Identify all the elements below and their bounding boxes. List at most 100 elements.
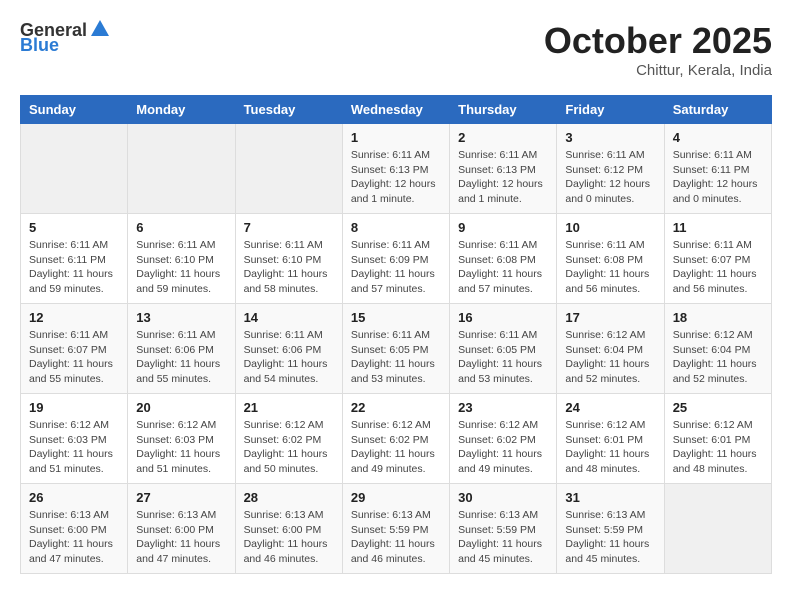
week-row-2: 5 Sunrise: 6:11 AM Sunset: 6:11 PM Daylig… [21, 214, 772, 304]
calendar-cell: 13 Sunrise: 6:11 AM Sunset: 6:06 PM Dayli… [128, 304, 235, 394]
calendar-cell: 12Sunrise: 6:11 AM Sunset: 6:07 PM Dayli… [21, 304, 128, 394]
calendar-cell [128, 124, 235, 214]
week-row-4: 19Sunrise: 6:12 AM Sunset: 6:03 PM Dayli… [21, 394, 772, 484]
day-number: 30 [458, 490, 548, 505]
title-area: October 2025 Chittur, Kerala, India [544, 20, 772, 79]
calendar-cell: 9 Sunrise: 6:11 AM Sunset: 6:08 PM Daylig… [450, 214, 557, 304]
day-info: Sunrise: 6:11 AM Sunset: 6:07 PM Dayligh… [673, 238, 763, 297]
day-number: 7 [244, 220, 334, 235]
month-title: October 2025 [544, 20, 772, 62]
day-number: 15 [351, 310, 441, 325]
day-info: Sunrise: 6:11 AM Sunset: 6:10 PM Dayligh… [136, 238, 226, 297]
weekday-header-thursday: Thursday [450, 96, 557, 124]
weekday-header-monday: Monday [128, 96, 235, 124]
day-info: Sunrise: 6:13 AM Sunset: 5:59 PM Dayligh… [565, 508, 655, 567]
day-info: Sunrise: 6:13 AM Sunset: 5:59 PM Dayligh… [458, 508, 548, 567]
calendar-cell: 21 Sunrise: 6:12 AM Sunset: 6:02 PM Dayli… [235, 394, 342, 484]
calendar-cell: 25Sunrise: 6:12 AM Sunset: 6:01 PM Dayli… [664, 394, 771, 484]
weekday-header-wednesday: Wednesday [342, 96, 449, 124]
day-info: Sunrise: 6:13 AM Sunset: 6:00 PM Dayligh… [29, 508, 119, 567]
day-info: Sunrise: 6:12 AM Sunset: 6:03 PM Dayligh… [136, 418, 226, 477]
calendar-cell: 17Sunrise: 6:12 AM Sunset: 6:04 PM Dayli… [557, 304, 664, 394]
day-number: 1 [351, 130, 441, 145]
calendar-cell: 8 Sunrise: 6:11 AM Sunset: 6:09 PM Daylig… [342, 214, 449, 304]
day-number: 4 [673, 130, 763, 145]
week-row-3: 12Sunrise: 6:11 AM Sunset: 6:07 PM Dayli… [21, 304, 772, 394]
day-number: 18 [673, 310, 763, 325]
calendar-cell: 15 Sunrise: 6:11 AM Sunset: 6:05 PM Dayli… [342, 304, 449, 394]
day-info: Sunrise: 6:13 AM Sunset: 6:00 PM Dayligh… [244, 508, 334, 567]
day-info: Sunrise: 6:12 AM Sunset: 6:03 PM Dayligh… [29, 418, 119, 477]
day-number: 3 [565, 130, 655, 145]
day-info: Sunrise: 6:11 AM Sunset: 6:10 PM Dayligh… [244, 238, 334, 297]
day-number: 22 [351, 400, 441, 415]
day-number: 2 [458, 130, 548, 145]
day-number: 16 [458, 310, 548, 325]
calendar-table: SundayMondayTuesdayWednesdayThursdayFrid… [20, 95, 772, 574]
weekday-header-sunday: Sunday [21, 96, 128, 124]
calendar-cell: 2Sunrise: 6:11 AM Sunset: 6:13 PM Daylig… [450, 124, 557, 214]
calendar-cell: 24Sunrise: 6:12 AM Sunset: 6:01 PM Dayli… [557, 394, 664, 484]
day-info: Sunrise: 6:12 AM Sunset: 6:04 PM Dayligh… [673, 328, 763, 387]
day-info: Sunrise: 6:11 AM Sunset: 6:11 PM Dayligh… [673, 148, 763, 207]
calendar-cell: 7 Sunrise: 6:11 AM Sunset: 6:10 PM Daylig… [235, 214, 342, 304]
calendar-cell: 6 Sunrise: 6:11 AM Sunset: 6:10 PM Daylig… [128, 214, 235, 304]
calendar-cell: 29Sunrise: 6:13 AM Sunset: 5:59 PM Dayli… [342, 484, 449, 574]
weekday-header-tuesday: Tuesday [235, 96, 342, 124]
day-info: Sunrise: 6:11 AM Sunset: 6:08 PM Dayligh… [458, 238, 548, 297]
day-info: Sunrise: 6:11 AM Sunset: 6:13 PM Dayligh… [351, 148, 441, 207]
calendar-cell: 23Sunrise: 6:12 AM Sunset: 6:02 PM Dayli… [450, 394, 557, 484]
day-number: 8 [351, 220, 441, 235]
weekday-header-friday: Friday [557, 96, 664, 124]
day-number: 6 [136, 220, 226, 235]
day-info: Sunrise: 6:11 AM Sunset: 6:05 PM Dayligh… [458, 328, 548, 387]
day-info: Sunrise: 6:11 AM Sunset: 6:08 PM Dayligh… [565, 238, 655, 297]
day-number: 27 [136, 490, 226, 505]
location: Chittur, Kerala, India [544, 62, 772, 79]
calendar-cell: 27 Sunrise: 6:13 AM Sunset: 6:00 PM Dayli… [128, 484, 235, 574]
day-info: Sunrise: 6:13 AM Sunset: 5:59 PM Dayligh… [351, 508, 441, 567]
calendar-cell: 16 Sunrise: 6:11 AM Sunset: 6:05 PM Dayli… [450, 304, 557, 394]
calendar-cell: 3 Sunrise: 6:11 AM Sunset: 6:12 PM Daylig… [557, 124, 664, 214]
day-info: Sunrise: 6:11 AM Sunset: 6:05 PM Dayligh… [351, 328, 441, 387]
calendar-cell: 14Sunrise: 6:11 AM Sunset: 6:06 PM Dayli… [235, 304, 342, 394]
logo: General Blue [20, 20, 111, 56]
calendar-cell: 19Sunrise: 6:12 AM Sunset: 6:03 PM Dayli… [21, 394, 128, 484]
weekday-header-row: SundayMondayTuesdayWednesdayThursdayFrid… [21, 96, 772, 124]
day-number: 11 [673, 220, 763, 235]
weekday-header-saturday: Saturday [664, 96, 771, 124]
day-number: 13 [136, 310, 226, 325]
day-info: Sunrise: 6:12 AM Sunset: 6:02 PM Dayligh… [458, 418, 548, 477]
calendar-cell: 5 Sunrise: 6:11 AM Sunset: 6:11 PM Daylig… [21, 214, 128, 304]
day-info: Sunrise: 6:11 AM Sunset: 6:06 PM Dayligh… [136, 328, 226, 387]
calendar-cell [235, 124, 342, 214]
calendar-cell: 18 Sunrise: 6:12 AM Sunset: 6:04 PM Dayli… [664, 304, 771, 394]
calendar-cell: 4 Sunrise: 6:11 AM Sunset: 6:11 PM Daylig… [664, 124, 771, 214]
day-number: 9 [458, 220, 548, 235]
day-info: Sunrise: 6:11 AM Sunset: 6:12 PM Dayligh… [565, 148, 655, 207]
calendar-cell: 10 Sunrise: 6:11 AM Sunset: 6:08 PM Dayli… [557, 214, 664, 304]
logo-icon [89, 18, 111, 40]
calendar-cell: 20Sunrise: 6:12 AM Sunset: 6:03 PM Dayli… [128, 394, 235, 484]
calendar-cell: 31Sunrise: 6:13 AM Sunset: 5:59 PM Dayli… [557, 484, 664, 574]
week-row-5: 26 Sunrise: 6:13 AM Sunset: 6:00 PM Dayli… [21, 484, 772, 574]
day-info: Sunrise: 6:11 AM Sunset: 6:09 PM Dayligh… [351, 238, 441, 297]
day-number: 5 [29, 220, 119, 235]
logo-blue: Blue [20, 35, 59, 56]
calendar-cell: 11 Sunrise: 6:11 AM Sunset: 6:07 PM Dayli… [664, 214, 771, 304]
day-number: 14 [244, 310, 334, 325]
day-info: Sunrise: 6:12 AM Sunset: 6:02 PM Dayligh… [244, 418, 334, 477]
day-info: Sunrise: 6:12 AM Sunset: 6:01 PM Dayligh… [565, 418, 655, 477]
calendar-cell: 28Sunrise: 6:13 AM Sunset: 6:00 PM Dayli… [235, 484, 342, 574]
calendar-cell: 22Sunrise: 6:12 AM Sunset: 6:02 PM Dayli… [342, 394, 449, 484]
calendar-cell [21, 124, 128, 214]
day-number: 25 [673, 400, 763, 415]
day-number: 10 [565, 220, 655, 235]
calendar-cell: 1 Sunrise: 6:11 AM Sunset: 6:13 PM Daylig… [342, 124, 449, 214]
day-info: Sunrise: 6:11 AM Sunset: 6:11 PM Dayligh… [29, 238, 119, 297]
day-info: Sunrise: 6:13 AM Sunset: 6:00 PM Dayligh… [136, 508, 226, 567]
day-info: Sunrise: 6:12 AM Sunset: 6:04 PM Dayligh… [565, 328, 655, 387]
calendar-cell: 26 Sunrise: 6:13 AM Sunset: 6:00 PM Dayli… [21, 484, 128, 574]
day-number: 21 [244, 400, 334, 415]
day-number: 26 [29, 490, 119, 505]
